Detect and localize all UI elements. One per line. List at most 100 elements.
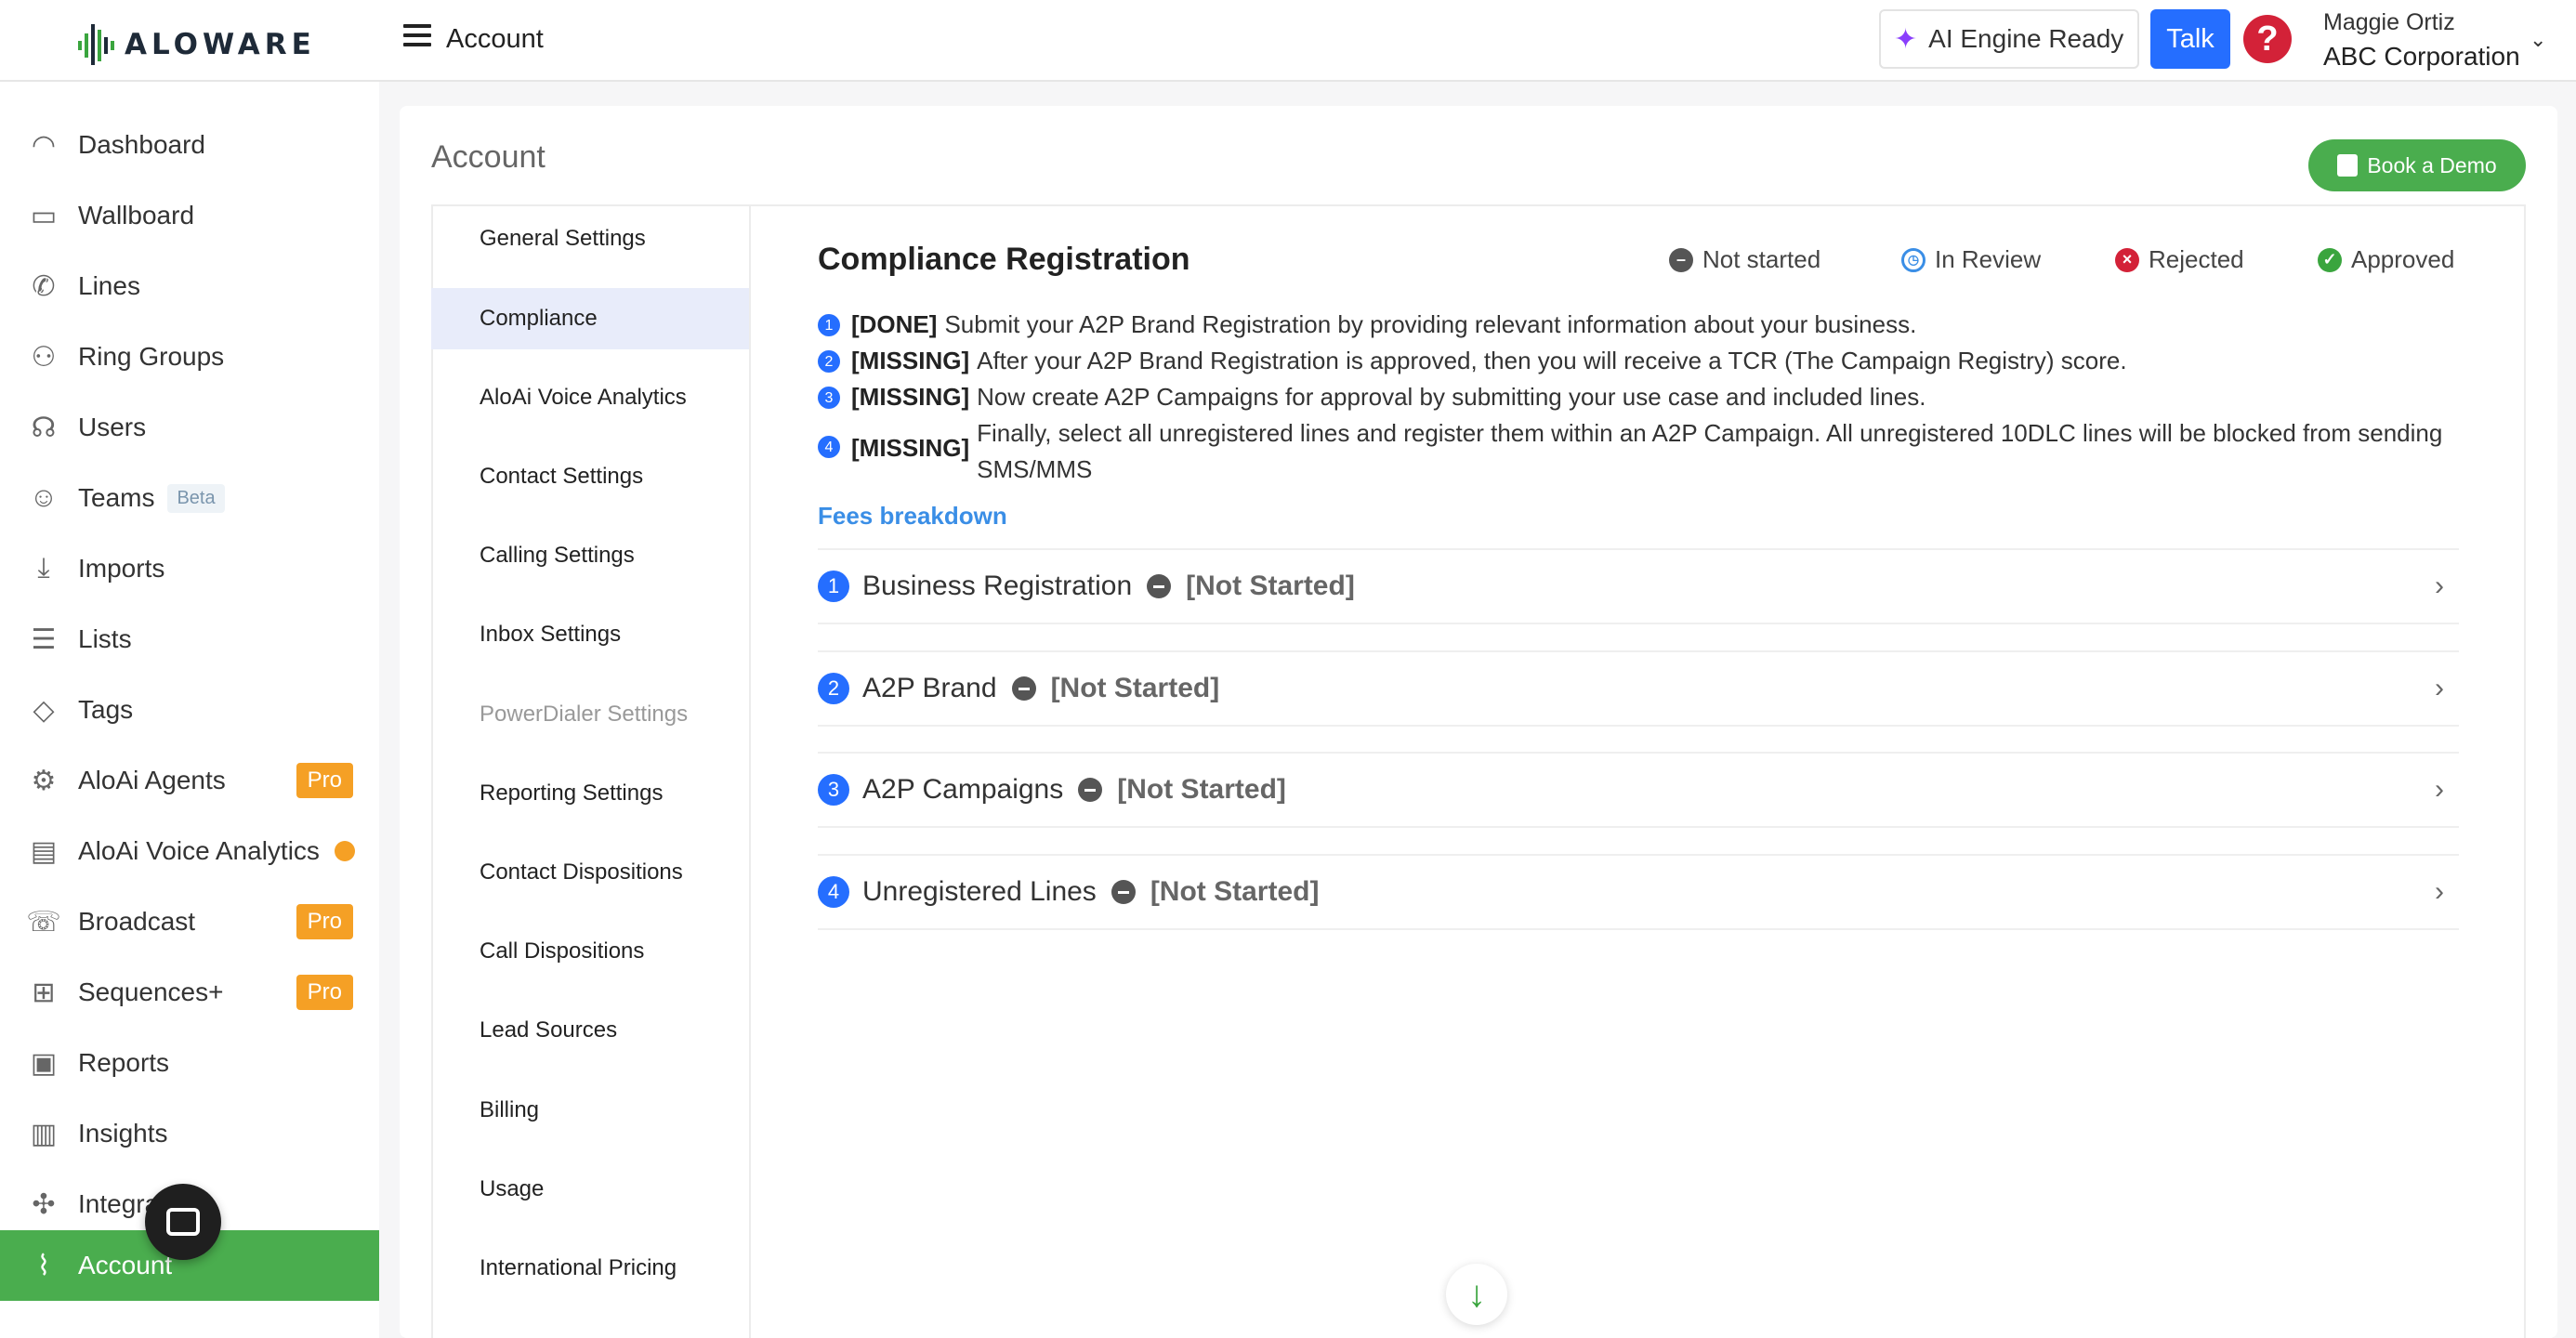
sidebar-item-sequences[interactable]: ⊞ Sequences+ Pro [0, 957, 379, 1028]
phone-icon: ✆ [32, 270, 56, 302]
wallboard-icon: ▭ [30, 200, 58, 231]
step-text: Finally, select all unregistered lines a… [977, 419, 2443, 483]
subnav-item-usage[interactable]: Usage [431, 1159, 749, 1220]
section-name: A2P Brand [862, 673, 997, 703]
not-started-icon [1078, 778, 1103, 802]
step-text: After your A2P Brand Registration is app… [977, 347, 2127, 374]
subnav-item-billing[interactable]: Billing [431, 1080, 749, 1141]
chevron-right-icon: › [2435, 876, 2444, 907]
sidebar: ◠ Dashboard ▭ Wallboard ✆ Lines ⚇ Ring G… [0, 82, 379, 1338]
sidebar-item-imports[interactable]: ⤓ Imports [0, 533, 379, 604]
sidebar-item-label: Insights [78, 1119, 168, 1148]
sidebar-item-label: AloAi Agents [78, 766, 226, 794]
section-name: Business Registration [862, 571, 1133, 601]
sidebar-item-label: AloAi Voice Analytics [78, 836, 320, 865]
sidebar-item-label: Wallboard [78, 201, 195, 230]
chat-launcher-icon[interactable] [145, 1184, 221, 1260]
chevron-right-icon: › [2435, 673, 2444, 703]
user-company: ABC Corporation [2323, 42, 2520, 71]
logo-waveform-icon [78, 24, 114, 65]
section-number: 3 [818, 774, 849, 806]
chevron-right-icon: › [2435, 774, 2444, 805]
dashboard-icon: ◠ [31, 129, 57, 161]
top-bar: ALOWARE Account ✦ AI Engine Ready Talk ?… [0, 0, 2576, 82]
sidebar-item-lines[interactable]: ✆ Lines [0, 251, 379, 321]
fees-breakdown-link[interactable]: Fees breakdown [818, 502, 1007, 531]
sidebar-item-aloai-voice-analytics[interactable]: ▤ AloAi Voice Analytics [0, 816, 379, 886]
pro-badge: Pro [296, 763, 353, 798]
help-icon[interactable]: ? [2243, 15, 2292, 63]
sidebar-item-label: Teams [78, 483, 155, 512]
section-status: [Not Started] [1150, 876, 1320, 907]
section-a2p-brand[interactable]: 2 A2P Brand [Not Started] › [818, 650, 2459, 727]
sidebar-item-label: Sequences+ [78, 977, 224, 1006]
subnav-item-contact-dispositions[interactable]: Contact Dispositions [431, 842, 749, 903]
book-demo-label: Book a Demo [2367, 152, 2497, 177]
hamburger-menu-icon[interactable] [403, 24, 431, 52]
sidebar-item-label: Broadcast [78, 907, 196, 936]
page-title: Account [431, 139, 545, 175]
aloware-logo[interactable]: ALOWARE [78, 20, 316, 69]
ai-engine-status[interactable]: ✦ AI Engine Ready [1879, 9, 2139, 69]
rejected-icon: × [2115, 247, 2139, 272]
pro-badge: Pro [296, 904, 353, 939]
logo-text: ALOWARE [125, 28, 316, 61]
chevron-right-icon: › [2435, 571, 2444, 601]
users-icon: ☊ [31, 412, 57, 443]
sidebar-item-label: Account [78, 1251, 173, 1279]
legend-not-started: – Not started [1669, 245, 1820, 274]
sidebar-item-reports[interactable]: ▣ Reports [0, 1028, 379, 1098]
step-text: Now create A2P Campaigns for approval by… [977, 383, 1926, 411]
user-menu[interactable]: Maggie Ortiz ABC Corporation [2323, 9, 2520, 72]
subnav-item-lead-sources[interactable]: Lead Sources [431, 1000, 749, 1061]
section-status: [Not Started] [1117, 774, 1286, 805]
import-icon: ⤓ [37, 553, 50, 584]
book-demo-button[interactable]: Book a Demo [2308, 139, 2526, 191]
sidebar-item-wallboard[interactable]: ▭ Wallboard [0, 180, 379, 251]
calendar-icon [2337, 154, 2359, 177]
section-status: [Not Started] [1050, 673, 1220, 703]
subnav-item-general-settings[interactable]: General Settings [431, 208, 749, 269]
sidebar-item-tags[interactable]: ◇ Tags [0, 675, 379, 745]
sidebar-item-label: Lists [78, 624, 132, 653]
sidebar-item-teams[interactable]: ☺ Teams Beta [0, 463, 379, 533]
chevron-down-icon[interactable]: ⌄ [2530, 28, 2546, 52]
subnav-item-compliance[interactable]: Compliance [431, 288, 749, 349]
list-icon: ☰ [31, 623, 57, 655]
section-number: 2 [818, 673, 849, 704]
broadcast-icon: ☏ [26, 906, 61, 938]
section-name: A2P Campaigns [862, 774, 1064, 805]
analytics-icon: ▤ [30, 835, 58, 867]
sidebar-item-aloai-agents[interactable]: ⚙ AloAi Agents Pro [0, 745, 379, 816]
sidebar-item-dashboard[interactable]: ◠ Dashboard [0, 110, 379, 180]
talk-button[interactable]: Talk [2150, 9, 2230, 69]
sidebar-item-users[interactable]: ☊ Users [0, 392, 379, 463]
sidebar-item-label: Ring Groups [78, 342, 225, 371]
subnav-item-inbox-settings[interactable]: Inbox Settings [431, 604, 749, 665]
section-business-registration[interactable]: 1 Business Registration [Not Started] › [818, 548, 2459, 624]
sidebar-item-broadcast[interactable]: ☏ Broadcast Pro [0, 886, 379, 957]
sidebar-item-insights[interactable]: ▥ Insights [0, 1098, 379, 1169]
step-line: 3 [MISSING] Now create A2P Campaigns for… [818, 379, 1925, 415]
header-title: Account [446, 24, 544, 54]
subnav-item-powerdialer-settings[interactable]: PowerDialer Settings [431, 684, 749, 745]
section-number: 1 [818, 571, 849, 602]
subnav-item-contact-settings[interactable]: Contact Settings [431, 446, 749, 507]
legend-rejected: × Rejected [2115, 245, 2244, 274]
section-status: [Not Started] [1186, 571, 1355, 601]
sidebar-item-label: Lines [78, 271, 140, 300]
sidebar-item-ring-groups[interactable]: ⚇ Ring Groups [0, 321, 379, 392]
ring-groups-icon: ⚇ [31, 341, 57, 373]
subnav-item-calling-settings[interactable]: Calling Settings [431, 525, 749, 586]
subnav-item-aloai-voice-analytics[interactable]: AloAi Voice Analytics [431, 367, 749, 428]
sidebar-item-lists[interactable]: ☰ Lists [0, 604, 379, 675]
subnav-item-reporting-settings[interactable]: Reporting Settings [431, 763, 749, 824]
section-unregistered-lines[interactable]: 4 Unregistered Lines [Not Started] › [818, 854, 2459, 930]
section-a2p-campaigns[interactable]: 3 A2P Campaigns [Not Started] › [818, 752, 2459, 828]
sequences-icon: ⊞ [32, 977, 56, 1008]
step-number: 3 [818, 387, 840, 409]
scroll-down-arrow-icon[interactable]: ↓ [1446, 1264, 1507, 1325]
step-tag: [MISSING] [851, 347, 970, 374]
subnav-item-call-dispositions[interactable]: Call Dispositions [431, 921, 749, 982]
subnav-item-international-pricing[interactable]: International Pricing [431, 1238, 749, 1299]
